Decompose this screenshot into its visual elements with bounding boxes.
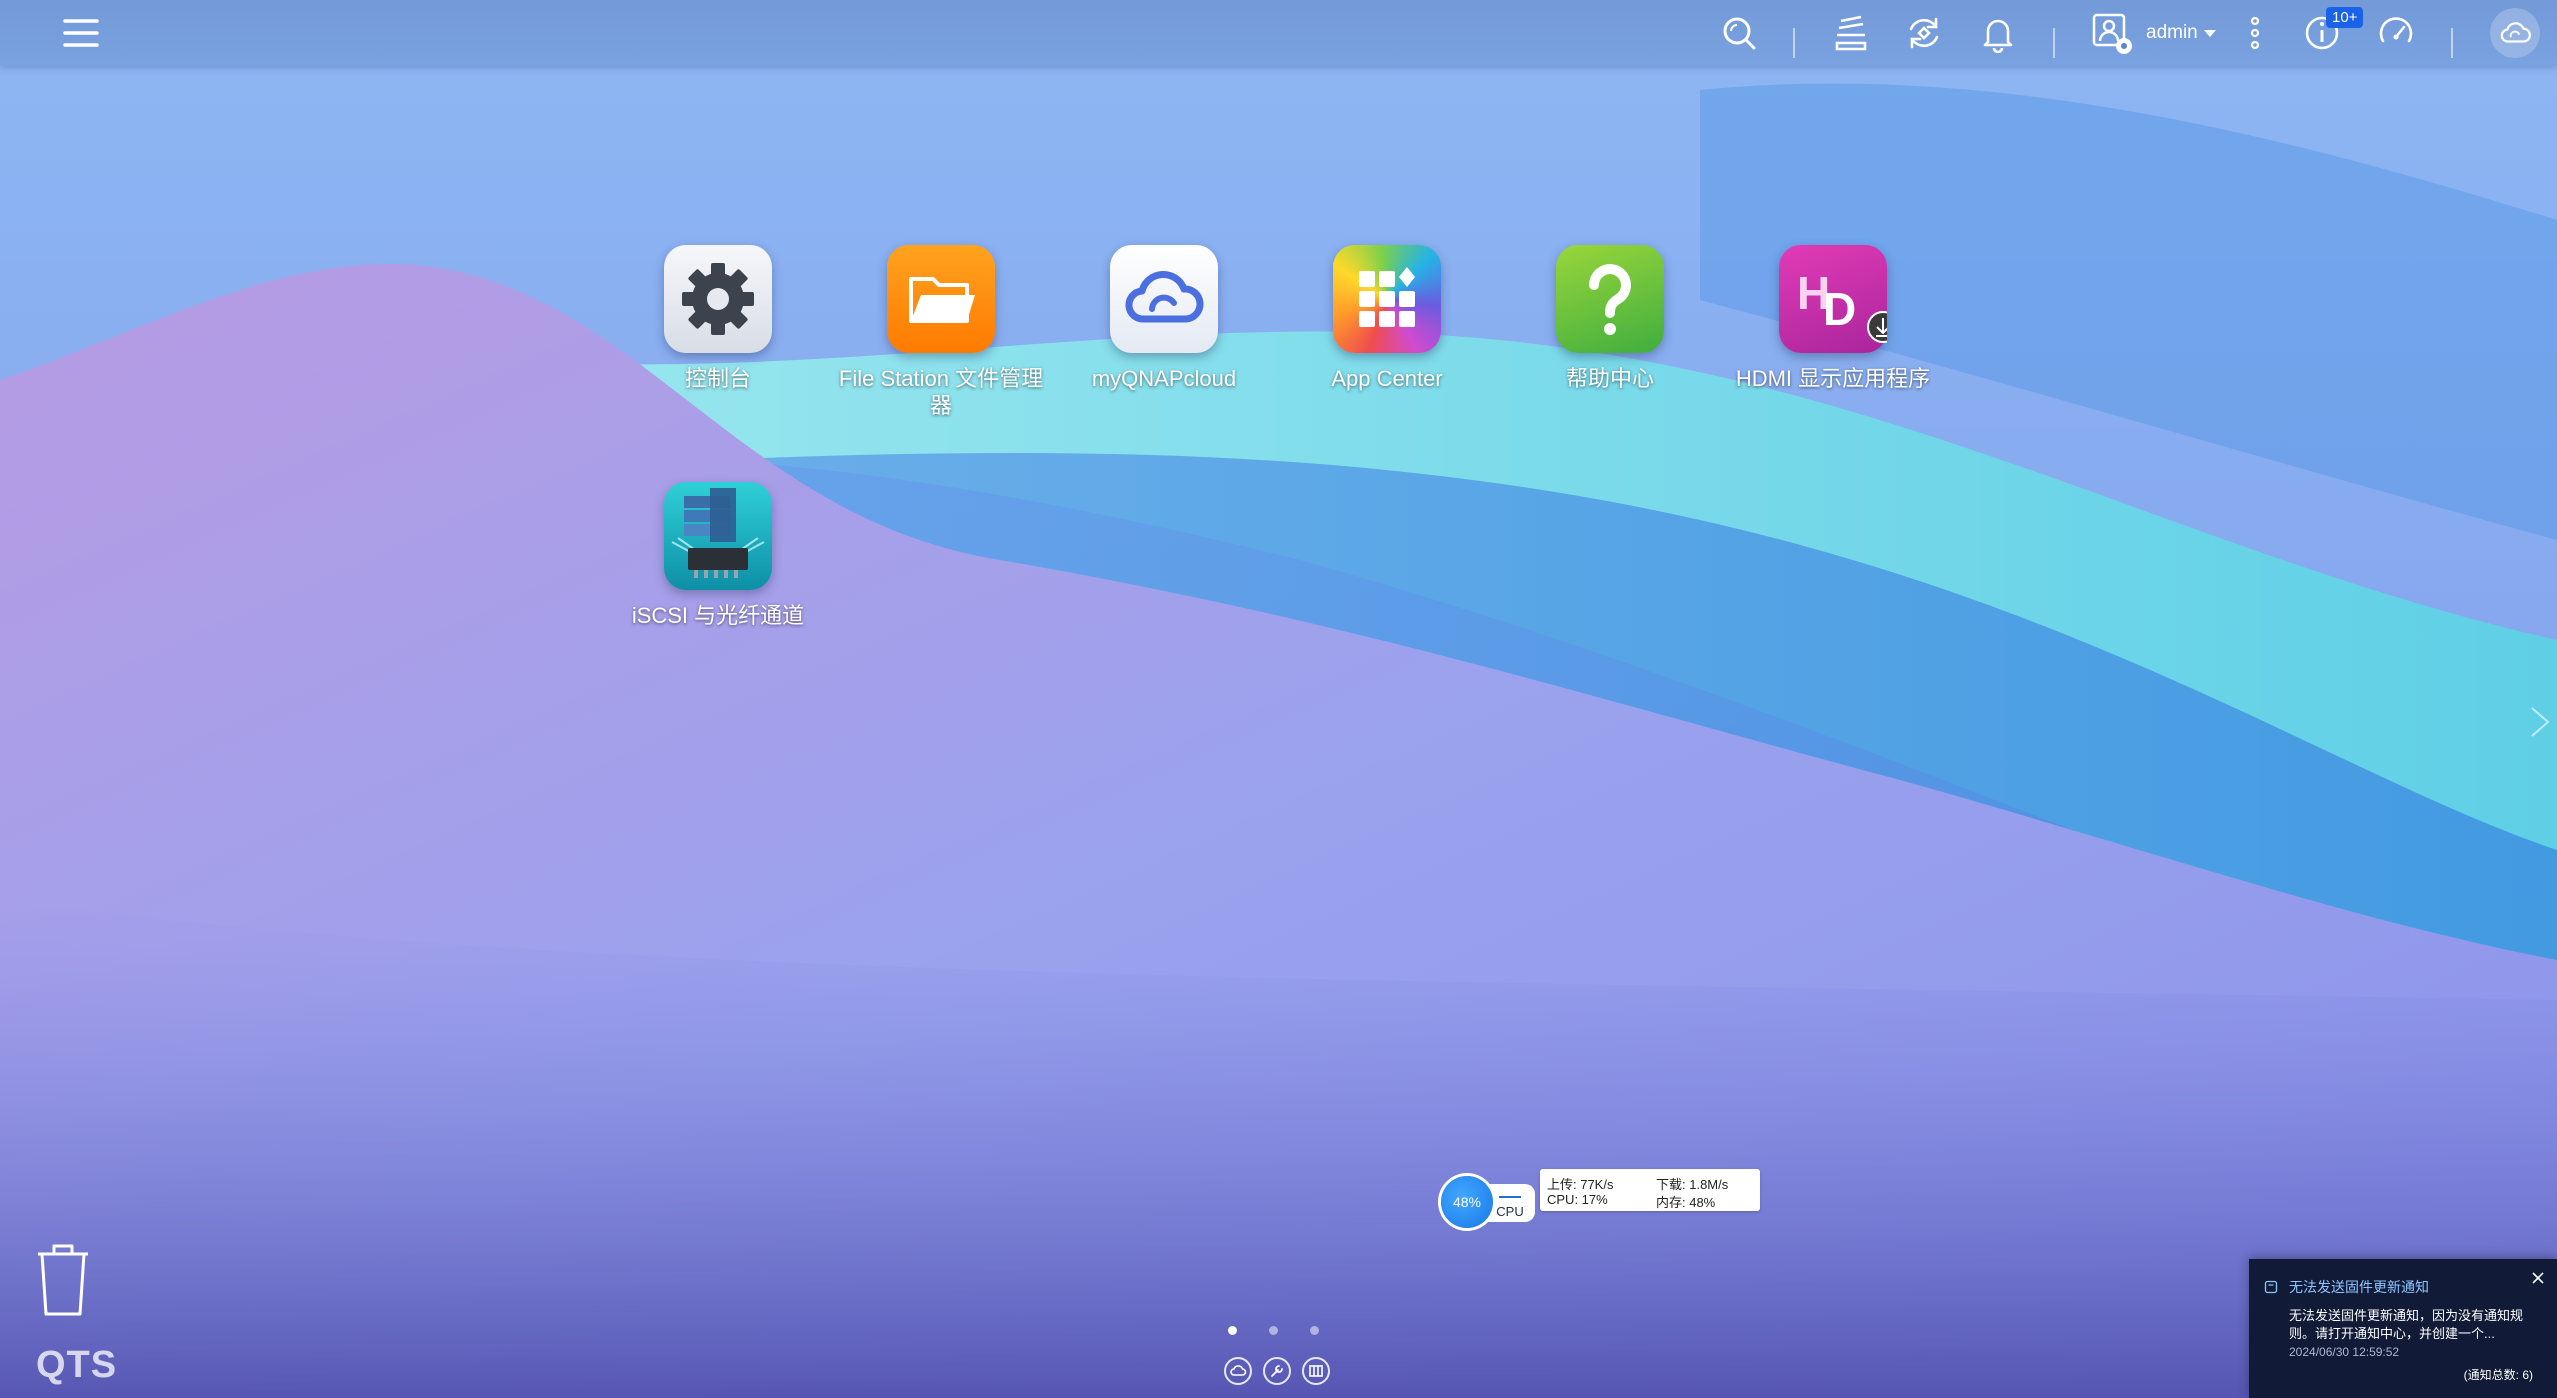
next-page-arrow[interactable] [2524,702,2554,742]
cpu-usage: CPU: 17% [1547,1192,1608,1207]
more-vertical-icon [2250,16,2260,50]
toolbar-separator [2053,28,2055,58]
chevron-down-icon [2203,29,2216,37]
notification-time: 2024/06/30 12:59:52 [2289,1345,2400,1359]
upload-speed: 上传: 77K/s [1547,1177,1614,1192]
desktop-app-file-station[interactable]: File Station 文件管理器 [836,245,1046,419]
gauge-label: CPU [1496,1204,1524,1219]
trash-icon[interactable] [30,1240,96,1320]
desktop-app-help-center[interactable]: 帮助中心 [1505,245,1715,392]
desktop-app-iscsi-fc[interactable]: iSCSI 与光纤通道 [613,482,823,629]
folder-icon [887,245,995,353]
dock-cloud-button[interactable] [1224,1357,1252,1385]
tools-icon [1271,1365,1283,1377]
tasks-button[interactable] [1828,10,1874,56]
app-label: 帮助中心 [1565,366,1654,391]
desktop-app-control-panel[interactable]: 控制台 [613,245,823,392]
app-label: File Station 文件管理器 [838,366,1044,418]
app-grid-icon [1333,245,1441,353]
download-speed: 下载: 1.8M/s [1656,1177,1729,1192]
main-menu-button[interactable] [58,10,104,56]
top-bar: admin 10+ [0,0,2557,66]
search-button[interactable] [1716,10,1762,56]
bottom-dock [1224,1357,1330,1385]
resource-monitor-button[interactable] [2373,10,2419,56]
app-label: App Center [1331,366,1443,391]
notification-title: 无法发送固件更新通知 [2289,1279,2429,1295]
desktop-page-indicator [1228,1326,1319,1335]
memory-usage: 内存: 48% [1656,1195,1716,1210]
page-dot[interactable] [1228,1326,1237,1335]
myqnapcloud-button[interactable] [2490,8,2540,58]
notification-body: 无法发送固件更新通知，因为没有通知规则。请打开通知中心，并创建一个... [2289,1308,2524,1341]
notification-count: (通知总数: 6) [2463,1368,2533,1382]
user-menu[interactable]: admin [2090,10,2216,56]
app-label: iSCSI 与光纤通道 [631,603,805,628]
resource-gauge[interactable]: CPU 48% [1441,1176,1535,1228]
svg-text:D: D [1823,283,1856,335]
question-icon [1556,245,1664,353]
username-label: admin [2146,22,2198,43]
page-dot[interactable] [1310,1326,1319,1335]
close-icon[interactable] [2529,1269,2547,1287]
cloud-icon [1110,245,1218,353]
hd-icon: H D [1779,245,1887,353]
app-label: myQNAPcloud [1091,366,1237,391]
toolbar-separator [1793,28,1795,58]
search-icon [1723,17,1756,50]
resource-stats-box[interactable]: 上传: 77K/s 下载: 1.8M/s CPU: 17% 内存: 48% [1540,1169,1760,1211]
sync-icon [1909,17,1939,49]
dock-tools-button[interactable] [1263,1357,1291,1385]
hamburger-icon [63,19,99,47]
firmware-icon [2264,1280,2278,1294]
cloud-icon [1230,1365,1247,1376]
app-label: 控制台 [684,366,751,391]
bell-icon [1983,19,2013,53]
stack-icon [1835,15,1867,51]
columns-icon [1309,1365,1323,1377]
user-icon [2092,13,2132,54]
notification-toast[interactable]: 无法发送固件更新通知 无法发送固件更新通知，因为没有通知规则。请打开通知中心，并… [2249,1259,2557,1398]
sync-button[interactable] [1901,10,1947,56]
notifications-button[interactable] [1975,10,2021,56]
desktop-wallpaper [0,0,2557,1398]
toolbar-separator [2451,28,2453,58]
page-dot[interactable] [1269,1326,1278,1335]
gauge-value: 48% [1441,1176,1493,1228]
cloud-icon [2500,22,2531,43]
desktop-app-hdmi-display[interactable]: H D HDMI 显示应用程序 [1728,245,1938,392]
desktop-app-app-center[interactable]: App Center [1282,245,1492,392]
notification-count-badge: 10+ [2326,7,2364,28]
more-options-button[interactable] [2232,10,2278,56]
app-label: HDMI 显示应用程序 [1735,366,1931,391]
qts-brand: QTS [36,1344,118,1386]
dashboard-gauge-icon [2379,17,2413,43]
dock-columns-button[interactable] [1302,1357,1330,1385]
gear-icon [664,245,772,353]
iscsi-icon [664,482,772,590]
desktop-app-myqnapcloud[interactable]: myQNAPcloud [1059,245,1269,392]
